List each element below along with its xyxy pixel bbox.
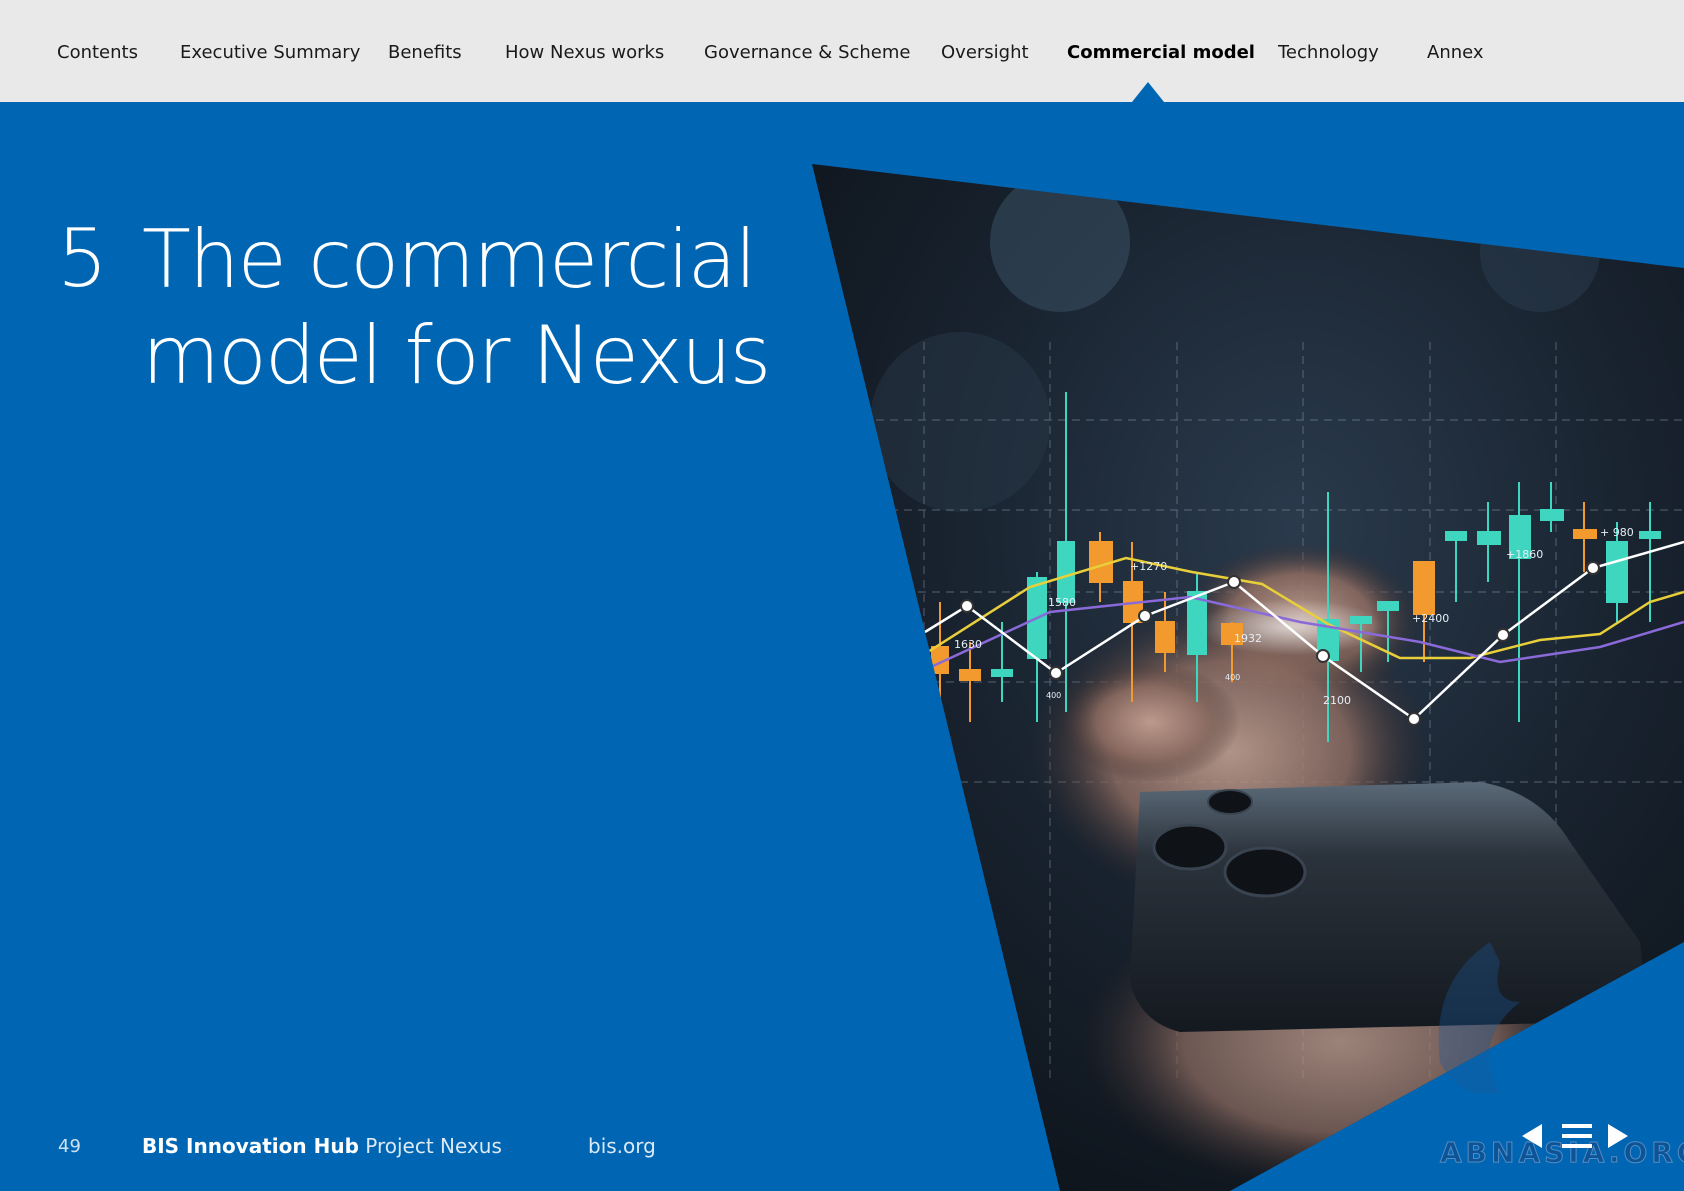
nav-governance-scheme[interactable]: Governance & Scheme <box>704 42 910 63</box>
chart-label-400b: 400 <box>1225 673 1240 682</box>
top-navigation: Contents Executive Summary Benefits How … <box>0 0 1684 102</box>
chart-label-2400: +2400 <box>1412 612 1449 625</box>
chart-label-2100: 2100 <box>1323 694 1351 707</box>
hamburger-menu-icon[interactable] <box>1562 1124 1592 1148</box>
chart-label-1270: +1270 <box>1130 560 1167 573</box>
triangle-left-icon[interactable] <box>1520 1122 1544 1150</box>
chart-label-1860: +1860 <box>1506 548 1543 561</box>
chapter-number: 5 <box>57 212 108 305</box>
chart-label-1630: 1630 <box>954 638 982 651</box>
nav-technology[interactable]: Technology <box>1278 42 1379 63</box>
footer-url-link[interactable]: bis.org <box>588 1134 656 1158</box>
chapter-cover: 1630 1580 +1270 1932 2100 +2400 +1860 + … <box>0 102 1684 1191</box>
chart-label-1580: 1580 <box>1048 596 1076 609</box>
nav-executive-summary[interactable]: Executive Summary <box>180 42 360 63</box>
footer-brand-bold: BIS Innovation Hub <box>142 1134 359 1158</box>
chart-label-980: + 980 <box>1600 526 1634 539</box>
nav-contents[interactable]: Contents <box>57 42 138 63</box>
chart-label-1932: 1932 <box>1234 632 1262 645</box>
nav-annex[interactable]: Annex <box>1427 42 1484 63</box>
footer-brand: BIS Innovation Hub Project Nexus <box>142 1134 502 1158</box>
nav-oversight[interactable]: Oversight <box>941 42 1029 63</box>
chapter-title: The commercial model for Nexus <box>142 213 771 402</box>
nav-commercial-model[interactable]: Commercial model <box>1067 42 1255 63</box>
page-number: 49 <box>58 1136 81 1157</box>
triangle-right-icon[interactable] <box>1606 1122 1630 1150</box>
nav-benefits[interactable]: Benefits <box>388 42 462 63</box>
footer-brand-light: Project Nexus <box>365 1134 502 1158</box>
chart-label-400a: 400 <box>1046 691 1061 700</box>
nav-how-nexus-works[interactable]: How Nexus works <box>505 42 664 63</box>
active-tab-pointer <box>1132 82 1164 102</box>
